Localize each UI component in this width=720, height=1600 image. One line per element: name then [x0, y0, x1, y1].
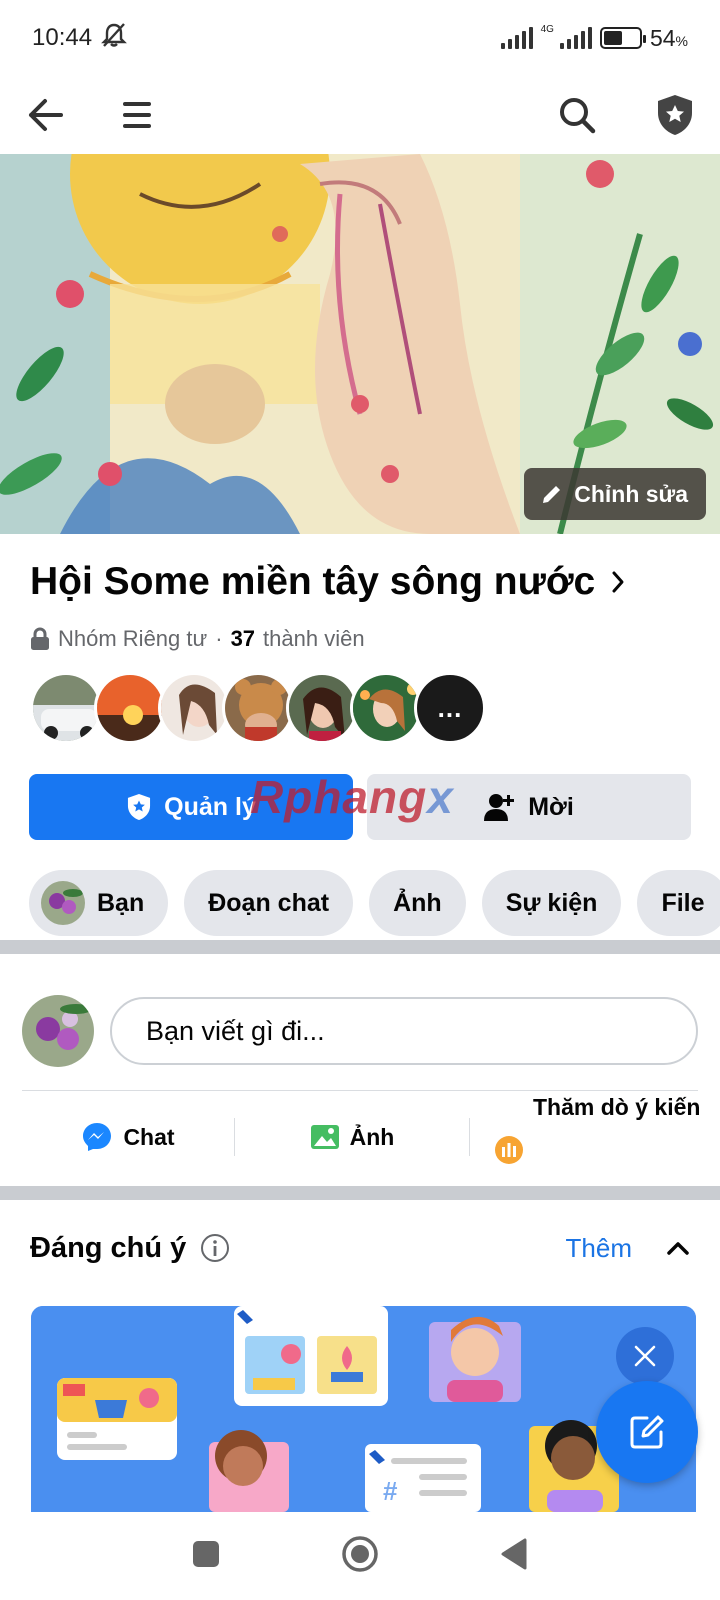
group-privacy: Nhóm Riêng tư — [58, 626, 208, 651]
home-circle-icon — [342, 1535, 378, 1572]
compose-icon — [630, 1415, 664, 1449]
group-meta: Nhóm Riêng tư · 37 thành viên — [30, 626, 365, 652]
lock-icon — [31, 627, 49, 650]
battery-icon — [599, 27, 646, 49]
status-bar: 10:44 4G 54% — [0, 0, 720, 76]
member-label: thành viên — [263, 626, 365, 651]
triangle-back-icon — [501, 1538, 527, 1569]
post-input-placeholder: Bạn viết gì đi... — [146, 1015, 325, 1046]
tab-label: Đoạn chat — [208, 888, 330, 917]
chat-action-label: Chat — [123, 1123, 175, 1150]
battery-percent: 54 — [649, 24, 676, 51]
tab-label: File — [661, 888, 705, 917]
manage-label: Quản lý — [164, 792, 256, 821]
chevron-up-icon[interactable] — [666, 1240, 690, 1256]
manage-button[interactable]: Quản lý — [29, 774, 353, 840]
invite-button[interactable]: Mời — [367, 774, 691, 840]
shield-star-icon — [128, 794, 151, 820]
tab-label: Ảnh — [393, 888, 442, 917]
close-fab-button[interactable] — [616, 1327, 674, 1385]
photo-icon — [310, 1125, 339, 1149]
percent-sign: % — [675, 32, 688, 49]
arrow-left-icon — [29, 99, 63, 131]
more-members-label: ... — [437, 692, 463, 723]
member-avatars[interactable]: ... — [30, 672, 486, 744]
recent-apps-button[interactable] — [191, 1539, 221, 1574]
cover-photo[interactable]: Chỉnh sửa — [0, 154, 720, 534]
avatar[interactable] — [30, 672, 102, 744]
signal-icon — [500, 27, 533, 49]
poll-action-button[interactable]: Thăm dò ý kiến — [470, 1094, 720, 1168]
post-composer: Bạn viết gì đi... — [22, 995, 698, 1067]
tab-label: Bạn — [97, 888, 145, 917]
meta-separator: · — [215, 626, 223, 651]
tab-chats[interactable]: Đoạn chat — [184, 870, 354, 936]
highlights-illustration: # — [31, 1306, 696, 1512]
poll-action-label: Thăm dò ý kiến — [533, 1094, 701, 1120]
edit-cover-label: Chỉnh sửa — [574, 480, 688, 507]
add-person-icon — [484, 794, 515, 821]
avatar[interactable] — [22, 995, 94, 1067]
chat-action-button[interactable]: Chat — [22, 1106, 234, 1168]
search-icon — [560, 98, 596, 134]
poll-icon — [495, 1136, 523, 1164]
compose-fab-button[interactable] — [596, 1381, 698, 1483]
highlights-title: Đáng chú ý — [30, 1231, 187, 1264]
invite-label: Mời — [528, 792, 574, 821]
close-icon — [634, 1345, 656, 1367]
back-button[interactable] — [20, 90, 70, 140]
info-icon[interactable] — [200, 1233, 230, 1263]
messenger-icon — [83, 1123, 112, 1151]
tab-events[interactable]: Sự kiện — [481, 870, 622, 936]
search-button[interactable] — [552, 90, 602, 140]
avatar[interactable] — [286, 672, 358, 744]
hamburger-icon — [123, 102, 151, 128]
admin-shield-button[interactable] — [650, 90, 700, 140]
system-navigation-bar — [0, 1512, 720, 1600]
tab-photos[interactable]: Ảnh — [369, 870, 466, 936]
group-action-buttons: Quản lý Mời — [29, 774, 691, 840]
svg-text:#: # — [383, 1476, 398, 1506]
composer-actions: Chat Ảnh Thăm dò ý kiến — [22, 1094, 720, 1168]
tab-files[interactable]: File — [637, 870, 720, 936]
section-divider — [0, 1186, 720, 1200]
group-tabs: Bạn Đoạn chat Ảnh Sự kiện File — [29, 870, 720, 936]
home-button[interactable] — [341, 1535, 379, 1578]
chevron-right-icon — [612, 571, 624, 593]
menu-button[interactable] — [112, 90, 162, 140]
shield-star-icon — [658, 95, 692, 135]
more-members-button[interactable]: ... — [414, 672, 486, 744]
avatar[interactable] — [222, 672, 294, 744]
avatar[interactable] — [94, 672, 166, 744]
top-nav — [0, 76, 720, 154]
tab-friends[interactable]: Bạn — [29, 870, 169, 936]
signal-icon-2 — [559, 27, 592, 49]
edit-cover-button[interactable]: Chỉnh sửa — [524, 468, 706, 520]
avatar — [41, 881, 85, 925]
tab-label: Sự kiện — [505, 888, 598, 917]
photo-action-label: Ảnh — [349, 1123, 395, 1150]
photo-action-button[interactable]: Ảnh — [235, 1106, 469, 1168]
avatar[interactable] — [158, 672, 230, 744]
square-icon — [193, 1540, 219, 1567]
avatar[interactable] — [350, 672, 422, 744]
member-count: 37 — [230, 626, 256, 651]
post-input[interactable]: Bạn viết gì đi... — [110, 997, 698, 1065]
highlights-header: Đáng chú ý Thêm — [30, 1226, 690, 1270]
section-divider — [0, 940, 720, 954]
group-title[interactable]: Hội Some miền tây sông nước — [30, 560, 625, 604]
composer-divider — [22, 1090, 698, 1091]
network-type: 4G — [540, 23, 554, 35]
mute-icon — [100, 22, 128, 55]
status-time: 10:44 — [32, 24, 93, 51]
see-more-link[interactable]: Thêm — [566, 1233, 632, 1264]
back-nav-button[interactable] — [499, 1537, 529, 1576]
group-name: Hội Some miền tây sông nước — [30, 560, 596, 603]
pencil-icon — [543, 486, 561, 503]
